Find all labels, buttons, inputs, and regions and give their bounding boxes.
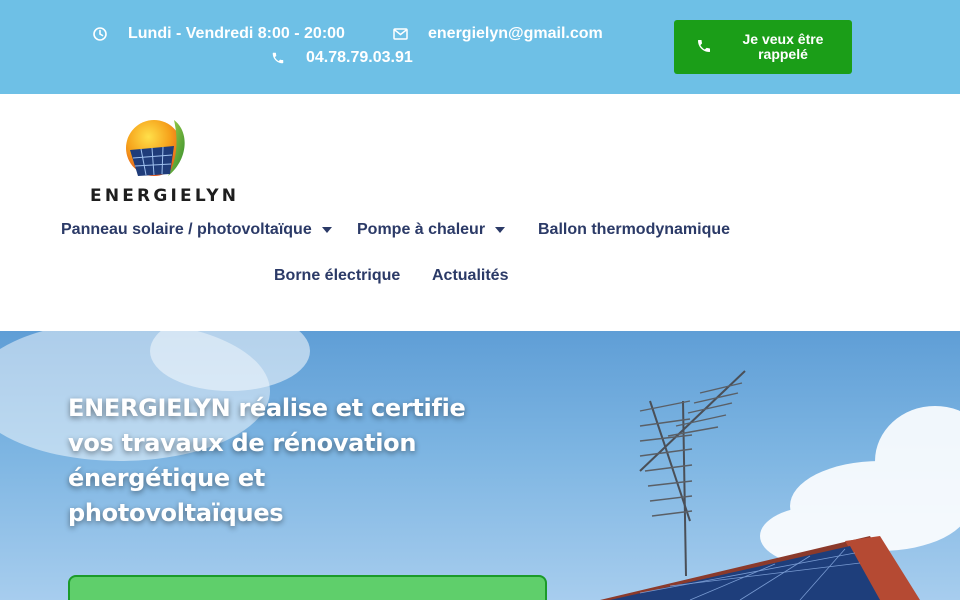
contact-phone[interactable]: 04.78.79.03.91 <box>270 49 413 67</box>
contact-email-text[interactable]: energielyn@gmail.com <box>428 25 603 43</box>
solar-panel-logo-icon <box>126 120 185 176</box>
contact-phone-text[interactable]: 04.78.79.03.91 <box>306 49 413 67</box>
nav-solar-panels[interactable]: Panneau solaire / photovoltaïque <box>61 221 332 239</box>
opening-hours-text: Lundi - Vendredi 8:00 - 20:00 <box>128 25 345 42</box>
nav-heat-pump-label: Pompe à chaleur <box>357 221 486 238</box>
hero-cta-button[interactable] <box>68 575 547 600</box>
hero-title: ENERGIELYN réalise et certifie vos trava… <box>68 394 466 527</box>
logo-wordmark: ENERGIELYN <box>90 186 240 206</box>
nav-charging-station[interactable]: Borne électrique <box>274 267 400 285</box>
caret-down-icon <box>321 227 332 233</box>
callback-button-label: Je veux être rappelé <box>742 31 824 62</box>
nav-charging-station-label: Borne électrique <box>274 267 401 284</box>
nav-thermodynamic-tank[interactable]: Ballon thermodynamique <box>538 221 730 239</box>
nav-solar-panels-label: Panneau solaire / photovoltaïque <box>61 221 312 238</box>
nav-heat-pump[interactable]: Pompe à chaleur <box>357 221 506 239</box>
envelope-icon <box>392 26 408 42</box>
phone-icon <box>696 38 714 56</box>
nav-news[interactable]: Actualités <box>432 267 508 285</box>
top-bar: Lundi - Vendredi 8:00 - 20:00 energielyn… <box>0 0 960 94</box>
phone-icon <box>270 50 286 66</box>
caret-down-icon <box>495 227 506 233</box>
nav-thermodynamic-tank-label: Ballon thermodynamique <box>538 221 731 238</box>
site-logo[interactable]: ENERGIELYN <box>90 116 236 206</box>
opening-hours: Lundi - Vendredi 8:00 - 20:00 <box>92 25 345 43</box>
contact-email[interactable]: energielyn@gmail.com <box>392 25 603 43</box>
hero-banner: ENERGIELYN réalise et certifie vos trava… <box>0 331 960 600</box>
nav-news-label: Actualités <box>432 267 509 284</box>
clock-icon <box>92 26 108 42</box>
callback-button[interactable]: Je veux être rappelé <box>674 20 852 74</box>
